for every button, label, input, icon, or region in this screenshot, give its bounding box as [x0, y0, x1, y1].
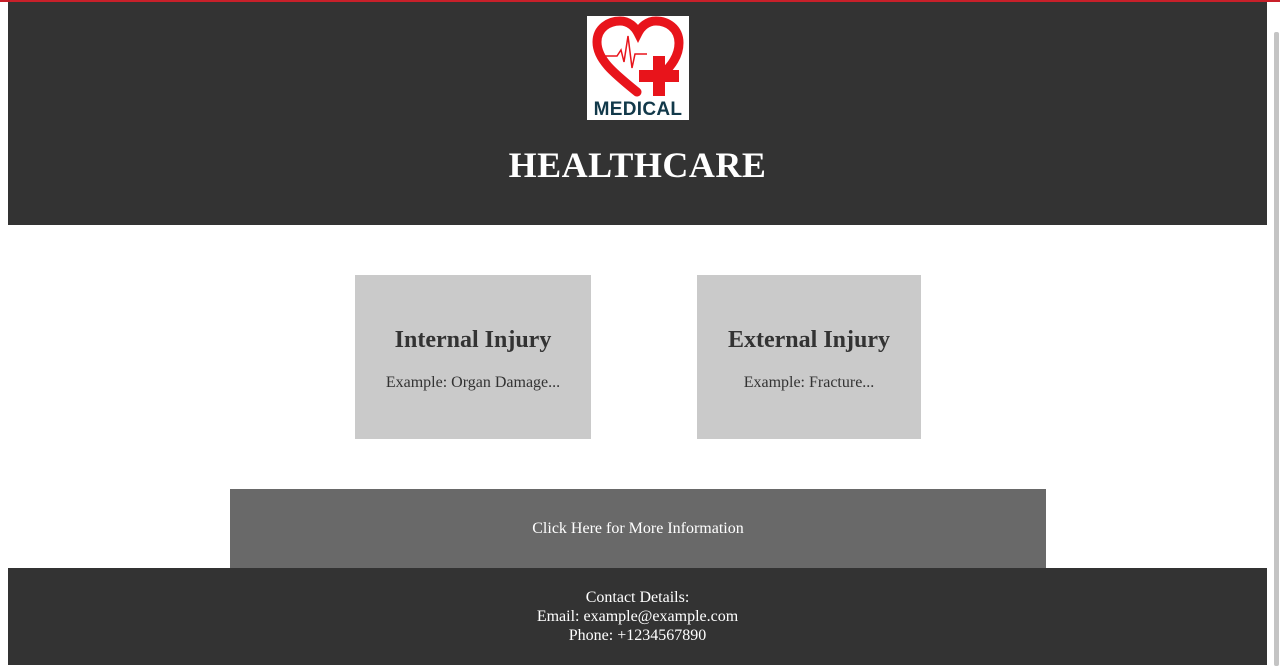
card-external-injury[interactable]: External Injury Example: Fracture...	[697, 275, 921, 439]
contact-heading: Contact Details:	[585, 589, 690, 606]
contact-phone: Phone: +1234567890	[568, 627, 707, 644]
vertical-scrollbar[interactable]	[1272, 2, 1280, 668]
card-text: Example: Organ Damage...	[385, 374, 561, 391]
site-header: MEDICAL HEALTHCARE	[8, 2, 1267, 225]
site-footer: Contact Details: Email: example@example.…	[8, 568, 1267, 665]
medical-logo: MEDICAL	[587, 16, 689, 120]
contact-email: Email: example@example.com	[536, 608, 739, 625]
card-title: External Injury	[728, 327, 890, 353]
card-text: Example: Fracture...	[743, 374, 875, 391]
more-information-button[interactable]: Click Here for More Information	[230, 489, 1046, 568]
scrollbar-thumb[interactable]	[1274, 32, 1279, 666]
card-internal-injury[interactable]: Internal Injury Example: Organ Damage...	[355, 275, 591, 439]
card-title: Internal Injury	[394, 327, 552, 353]
heart-cross-icon	[592, 16, 684, 97]
logo-text: MEDICAL	[593, 99, 683, 120]
page-title: HEALTHCARE	[508, 145, 767, 185]
